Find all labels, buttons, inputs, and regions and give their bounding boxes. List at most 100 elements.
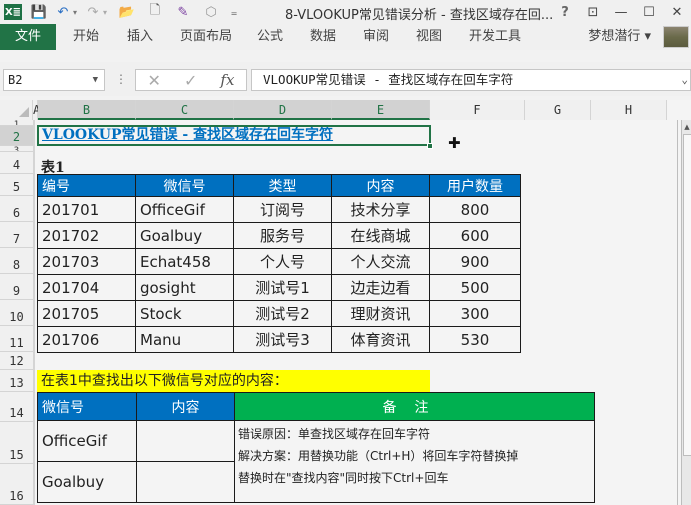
cell-id[interactable]: 201706 [37,326,136,353]
name-box[interactable]: B2 ▼ [3,69,105,91]
header-cell-notes[interactable]: 备注 [234,392,595,421]
instruction-cell[interactable]: 在表1中查找出以下微信号对应的内容： [37,370,430,392]
cell-type[interactable]: 测试号3 [233,326,332,353]
column-header-e[interactable]: E [332,100,430,120]
row-header-5[interactable]: 5 [0,174,33,196]
row-header-7[interactable]: 7 [0,222,33,248]
undo-dropdown-icon[interactable]: ▾ [70,2,80,22]
tab-insert[interactable]: 插入 [127,24,153,50]
tab-data[interactable]: 数据 [310,24,336,50]
scrollbar-thumb[interactable] [683,134,691,456]
column-header-g[interactable]: G [525,100,591,120]
header-cell[interactable]: 微信号 [37,392,137,421]
cell-id[interactable]: 201705 [37,300,136,327]
header-cell[interactable]: 内容 [136,392,235,421]
cell-content[interactable]: 边走边看 [331,274,430,301]
cell-content[interactable] [136,461,235,503]
tab-page-layout[interactable]: 页面布局 [180,24,232,50]
fill-handle[interactable] [427,143,433,149]
new-file-icon[interactable]: 🗋 [144,2,166,22]
row-header-9[interactable]: 9 [0,274,33,300]
column-header-b[interactable]: B [38,100,136,120]
insert-function-icon[interactable]: fx [220,71,234,89]
scroll-up-icon[interactable]: ▲ [682,120,691,134]
notes-cell[interactable]: 错误原因：单查找区域存在回车字符 解决方案：用替换功能（Ctrl+H）将回车字符… [234,420,595,503]
close-button[interactable]: ✕ [663,0,691,24]
cell-content[interactable]: 在线商城 [331,222,430,249]
maximize-button[interactable]: ☐ [635,0,663,24]
cell-users[interactable]: 530 [429,326,521,353]
cell-users[interactable]: 800 [429,196,521,223]
avatar[interactable] [663,26,689,48]
open-folder-icon[interactable]: 📂 [116,2,138,22]
row-header-8[interactable]: 8 [0,248,33,274]
save-icon[interactable]: 💾 [28,2,50,22]
cell-id[interactable]: 201704 [37,274,136,301]
cell-type[interactable]: 测试号2 [233,300,332,327]
header-cell[interactable]: 微信号 [135,174,234,197]
redo-icon[interactable]: ↷ [86,2,100,22]
column-header-f[interactable]: F [430,100,525,120]
row-header-13[interactable]: 13 [0,370,33,392]
tab-home[interactable]: 开始 [73,24,99,50]
cell-id[interactable]: 201701 [37,196,136,223]
select-all-button[interactable] [0,100,33,120]
cell-type[interactable]: 服务号 [233,222,332,249]
column-header-d[interactable]: D [234,100,332,120]
ribbon-display-button[interactable]: ⊡ [579,0,607,24]
row-header-16[interactable]: 16 [0,464,33,505]
header-cell[interactable]: 编号 [37,174,136,197]
undo-icon[interactable]: ↶ [56,2,70,22]
expand-formula-bar-icon[interactable]: ⌄ [681,70,688,90]
minimize-button[interactable]: — [607,0,635,24]
cell-wechat[interactable]: Echat458 [135,248,234,275]
cell-wechat[interactable]: gosight [135,274,234,301]
tab-developer[interactable]: 开发工具 [469,24,521,50]
cell-content[interactable]: 体育资讯 [331,326,430,353]
cell-wechat[interactable]: Goalbuy [37,461,137,503]
cell-users[interactable]: 900 [429,248,521,275]
cell-users[interactable]: 600 [429,222,521,249]
cell-users[interactable]: 300 [429,300,521,327]
row-header-12[interactable]: 12 [0,352,33,370]
check-icon[interactable]: ✓ [184,71,197,90]
worksheet-grid[interactable]: A B C D E F G H 1 2 3 4 5 6 7 8 9 10 11 … [0,100,691,505]
help-button[interactable]: ? [551,0,579,24]
customize-qat-icon[interactable]: ₌ [228,2,240,22]
tab-formulas[interactable]: 公式 [257,24,283,50]
shapes-icon[interactable]: ⬡ [200,2,222,22]
redo-dropdown-icon[interactable]: ▾ [100,2,110,22]
tab-file[interactable]: 文件 [0,24,56,50]
cell-content[interactable]: 个人交流 [331,248,430,275]
cell-id[interactable]: 201703 [37,248,136,275]
cell-wechat[interactable]: Goalbuy [135,222,234,249]
cell-wechat[interactable]: Stock [135,300,234,327]
vertical-scrollbar[interactable]: ▲ [681,120,691,505]
row-header-10[interactable]: 10 [0,300,33,326]
user-account-menu[interactable]: 梦想潜行 ▾ [588,24,651,50]
cell-wechat[interactable]: OfficeGif [135,196,234,223]
cell-content[interactable] [136,420,235,462]
drag-handle-icon[interactable]: ⋮ [115,72,127,86]
cell-content[interactable]: 技术分享 [331,196,430,223]
header-cell[interactable]: 类型 [233,174,332,197]
cell-content[interactable]: 理财资讯 [331,300,430,327]
column-header-h[interactable]: H [591,100,667,120]
row-header-4[interactable]: 4 [0,152,33,174]
edit-icon[interactable]: ✎ [172,2,194,22]
cell-users[interactable]: 500 [429,274,521,301]
tab-review[interactable]: 审阅 [363,24,389,50]
cell-type[interactable]: 个人号 [233,248,332,275]
chevron-down-icon[interactable]: ▼ [93,70,98,90]
row-header-15[interactable]: 15 [0,422,33,464]
header-cell[interactable]: 内容 [331,174,430,197]
cell-id[interactable]: 201702 [37,222,136,249]
cell-wechat[interactable]: Manu [135,326,234,353]
tab-view[interactable]: 视图 [416,24,442,50]
cell-type[interactable]: 测试号1 [233,274,332,301]
cell-type[interactable]: 订阅号 [233,196,332,223]
row-header-6[interactable]: 6 [0,196,33,222]
column-header-c[interactable]: C [136,100,234,120]
formula-input[interactable]: VLOOKUP常见错误 - 查找区域存在回车字符 ⌄ [251,69,691,91]
header-cell[interactable]: 用户数量 [429,174,521,197]
